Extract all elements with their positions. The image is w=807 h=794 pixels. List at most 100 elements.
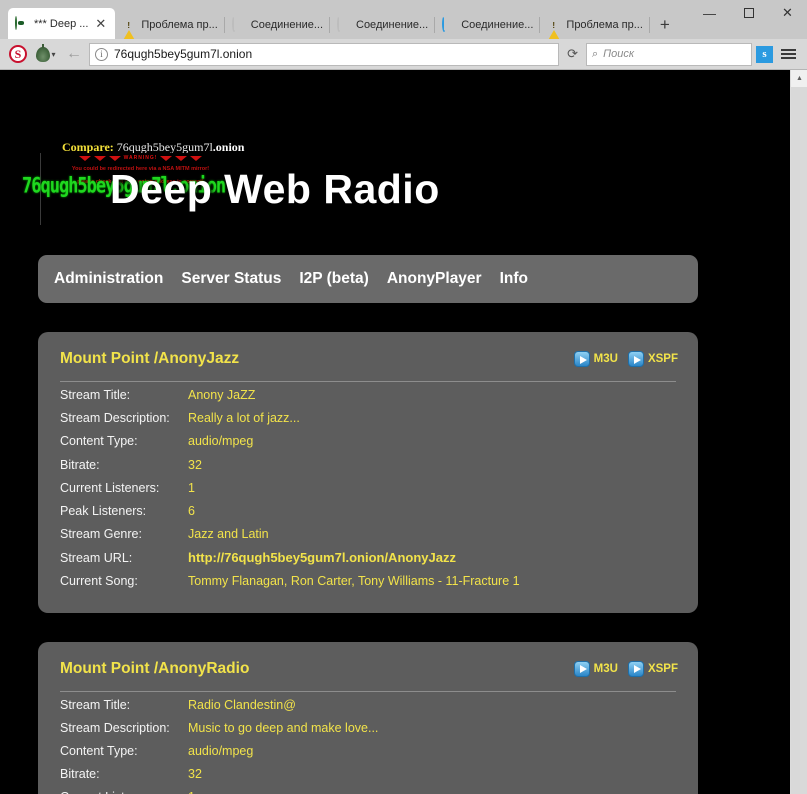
warning-icon: [547, 18, 561, 32]
extension-icon[interactable]: s: [756, 46, 773, 63]
row-value: Radio Clandestin@: [188, 698, 296, 712]
m3u-link[interactable]: M3U: [574, 351, 618, 367]
back-button[interactable]: ←: [63, 43, 85, 65]
new-tab-button[interactable]: +: [650, 11, 680, 39]
row-value: Really a lot of jazz...: [188, 411, 300, 425]
close-window-button[interactable]: ✕: [768, 0, 807, 26]
xspf-link[interactable]: XSPF: [628, 351, 678, 367]
row-value: 6: [188, 504, 195, 518]
nav-item-anonyplayer[interactable]: AnonyPlayer: [387, 270, 482, 288]
m3u-label: M3U: [594, 353, 618, 365]
page-title: Deep Web Radio: [110, 166, 440, 213]
tab-title: Соединение...: [461, 19, 533, 31]
row-value: Jazz and Latin: [188, 527, 269, 541]
search-bar[interactable]: ⌕ Поиск: [586, 43, 752, 66]
window-controls: — ✕: [690, 0, 807, 39]
minimize-button[interactable]: —: [690, 0, 729, 26]
warning-arrows: WARNING!: [41, 153, 240, 161]
row-label: Content Type:: [60, 744, 188, 758]
row-value: audio/mpeg: [188, 434, 253, 448]
playlist-links: M3U XSPF: [574, 661, 678, 677]
scrollbar-track[interactable]: [791, 87, 807, 794]
browser-tab-4[interactable]: Соединение...: [330, 11, 435, 39]
play-icon: [574, 661, 590, 677]
row-label: Bitrate:: [60, 458, 188, 472]
row-label: Content Type:: [60, 434, 188, 448]
mount-point-panel: Mount Point /AnonyRadio M3U XSPF: [38, 642, 698, 794]
browser-titlebar: *** Deep ... ✕ Проблема пр... Соединение…: [0, 0, 807, 39]
table-row: Content Type: audio/mpeg: [60, 434, 676, 457]
browser-tab-1[interactable]: *** Deep ... ✕: [8, 8, 115, 39]
row-value: 1: [188, 790, 195, 794]
nav-item-administration[interactable]: Administration: [54, 270, 163, 288]
compare-label: Compare:: [62, 140, 114, 154]
xspf-link[interactable]: XSPF: [628, 661, 678, 677]
menu-icon[interactable]: [777, 49, 800, 59]
mount-point-panel: Mount Point /AnonyJazz M3U XSPF: [38, 332, 698, 613]
search-placeholder: Поиск: [603, 48, 634, 60]
row-label: Stream URL:: [60, 551, 188, 565]
page-content: Compare: 76qugh5bey5gum7l.onion WARNING!…: [0, 70, 790, 794]
table-row: Stream Description: Really a lot of jazz…: [60, 411, 676, 434]
table-row: Stream Description: Music to go deep and…: [60, 721, 676, 744]
row-value: Tommy Flanagan, Ron Carter, Tony William…: [188, 574, 520, 588]
browser-tab-3[interactable]: Соединение...: [225, 11, 330, 39]
stream-details-table: Stream Title: Anony JaZZ Stream Descript…: [38, 382, 698, 597]
compare-url: 76qugh5bey5gum7l.onion: [117, 140, 245, 154]
row-value: 32: [188, 458, 202, 472]
table-row: Stream Genre: Jazz and Latin: [60, 527, 676, 550]
page-viewport: Compare: 76qugh5bey5gum7l.onion WARNING!…: [0, 70, 807, 794]
play-icon: [574, 351, 590, 367]
mount-point-title: Mount Point /AnonyRadio: [60, 660, 249, 678]
m3u-label: M3U: [594, 663, 618, 675]
url-text: 76qugh5bey5gum7l.onion: [114, 47, 553, 61]
tab-title: *** Deep ...: [34, 18, 88, 30]
site-info-icon[interactable]: i: [95, 48, 108, 61]
noscript-icon[interactable]: S: [7, 43, 29, 65]
page-scrollbar[interactable]: ▲: [790, 70, 807, 794]
row-label: Stream Title:: [60, 388, 188, 402]
reload-icon[interactable]: ⟳: [563, 46, 582, 62]
stream-details-table: Stream Title: Radio Clandestin@ Stream D…: [38, 692, 698, 794]
row-label: Current Listeners:: [60, 790, 188, 794]
chevron-down-icon: ▾: [51, 50, 55, 59]
table-row: Current Listeners: 1: [60, 790, 676, 794]
row-label: Stream Title:: [60, 698, 188, 712]
browser-tab-2[interactable]: Проблема пр...: [115, 11, 224, 39]
table-row: Stream Title: Anony JaZZ: [60, 388, 676, 411]
xspf-label: XSPF: [648, 663, 678, 675]
mount-point-header: Mount Point /AnonyRadio M3U XSPF: [38, 656, 698, 682]
loading-spinner-blue-icon: [442, 18, 456, 32]
globe-icon: [15, 17, 29, 31]
mount-point-title: Mount Point /AnonyJazz: [60, 350, 239, 368]
loading-spinner-icon: [337, 18, 351, 32]
scroll-up-icon[interactable]: ▲: [791, 70, 807, 87]
table-row: Current Listeners: 1: [60, 481, 676, 504]
mount-point-header: Mount Point /AnonyJazz M3U XSPF: [38, 346, 698, 372]
row-value: 1: [188, 481, 195, 495]
m3u-link[interactable]: M3U: [574, 661, 618, 677]
browser-tab-6[interactable]: Проблема пр...: [540, 11, 649, 39]
row-label: Stream Description:: [60, 411, 188, 425]
table-row: Stream URL: http://76qugh5bey5gum7l.onio…: [60, 550, 676, 573]
site-nav-menu: Administration Server Status I2P (beta) …: [38, 255, 698, 303]
stream-url-link[interactable]: http://76qugh5bey5gum7l.onion/AnonyJazz: [188, 550, 456, 565]
nav-item-info[interactable]: Info: [500, 270, 528, 288]
table-row: Peak Listeners: 6: [60, 504, 676, 527]
row-value: 32: [188, 767, 202, 781]
search-icon: ⌕: [592, 48, 598, 61]
warning-icon: [122, 18, 136, 32]
maximize-button[interactable]: [729, 0, 768, 26]
warning-title: WARNING!: [124, 155, 158, 161]
browser-tab-5[interactable]: Соединение...: [435, 11, 540, 39]
torbutton-icon[interactable]: ▾: [33, 43, 59, 65]
tab-strip: *** Deep ... ✕ Проблема пр... Соединение…: [8, 0, 690, 39]
back-arrow-icon: ←: [66, 45, 82, 63]
nav-item-i2p[interactable]: I2P (beta): [299, 270, 369, 288]
close-tab-icon[interactable]: ✕: [93, 17, 108, 30]
noscript-logo-label: S: [9, 45, 27, 63]
play-icon: [628, 351, 644, 367]
nav-item-server-status[interactable]: Server Status: [181, 270, 281, 288]
address-bar[interactable]: i 76qugh5bey5gum7l.onion: [89, 43, 559, 66]
playlist-links: M3U XSPF: [574, 351, 678, 367]
